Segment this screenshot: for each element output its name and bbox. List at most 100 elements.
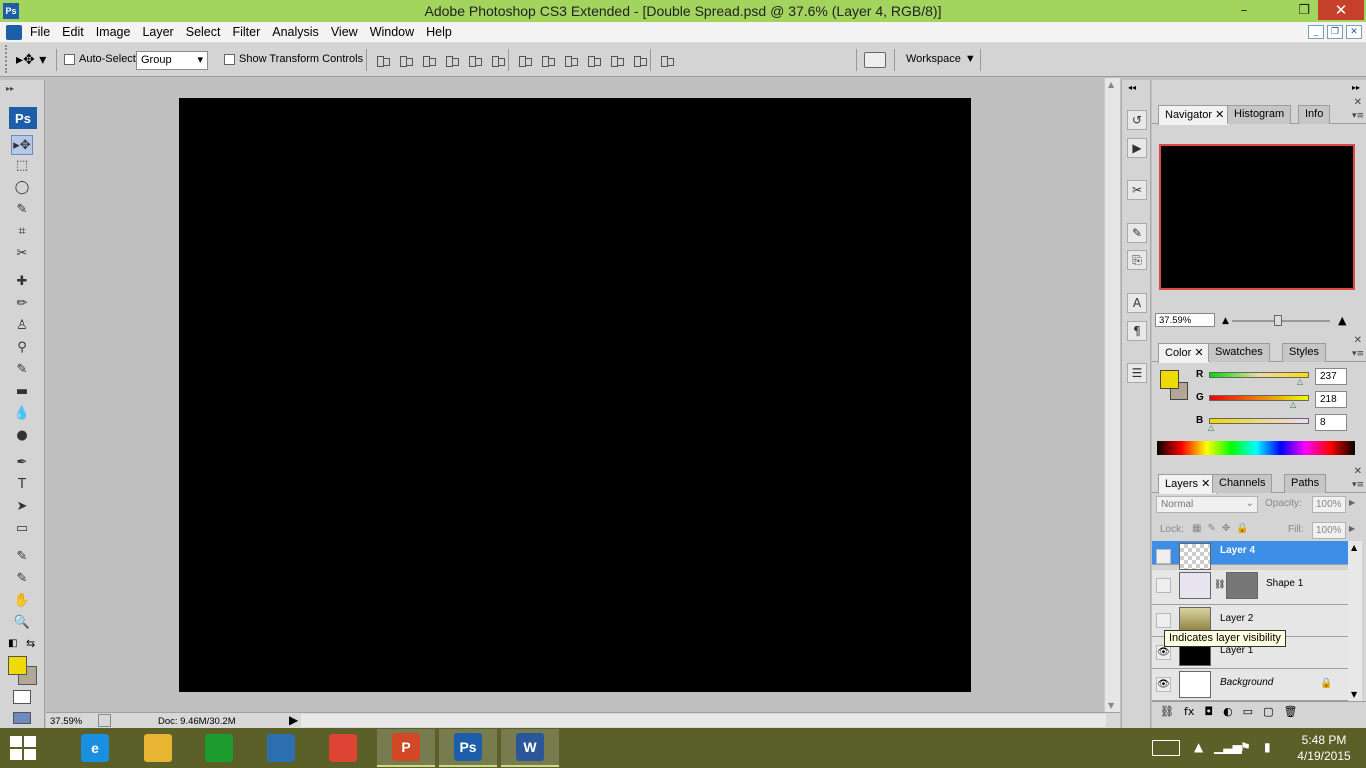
menu-view[interactable]: View	[325, 25, 364, 39]
brush-tool-icon[interactable]: ✏	[11, 293, 33, 313]
doc-minimize-icon[interactable]: _	[1308, 25, 1324, 39]
tab-paths[interactable]: Paths	[1284, 474, 1327, 493]
show-transform-option[interactable]: Show Transform Controls	[224, 53, 363, 65]
panel-menu-icon[interactable]: ▾≡	[1352, 111, 1364, 121]
actions-panel-icon[interactable]: ▶	[1127, 138, 1147, 158]
layer-visibility-eye-icon[interactable]	[1156, 549, 1171, 564]
system-clock[interactable]: 5:48 PM 4/19/2015	[1290, 732, 1358, 764]
panel-menu-icon[interactable]: ▾≡	[1352, 480, 1364, 490]
screen-mode-icon[interactable]	[13, 712, 31, 724]
distribute-left-icon[interactable]	[587, 54, 602, 67]
link-layers-icon[interactable]: ⛓	[1160, 705, 1174, 720]
align-top-icon[interactable]	[376, 54, 391, 67]
menu-window[interactable]: Window	[364, 25, 420, 39]
tab-styles[interactable]: Styles	[1282, 343, 1326, 362]
menu-select[interactable]: Select	[180, 25, 227, 39]
eyedropper-tool-icon[interactable]: ✎	[11, 568, 33, 588]
marquee-tool-icon[interactable]: ⬚	[11, 155, 33, 175]
align-vcenter-icon[interactable]	[399, 54, 414, 67]
blend-mode-dropdown[interactable]: Normal ⌄	[1156, 496, 1258, 513]
toolbox-grip-icon[interactable]: ▸▸	[6, 84, 14, 93]
vector-mask-thumbnail[interactable]	[1226, 572, 1258, 599]
taskbar-app[interactable]	[314, 729, 372, 767]
layer-mask-icon[interactable]: ◘	[1204, 705, 1213, 720]
clone-stamp-icon[interactable]: ♙	[11, 315, 33, 335]
move-tool-icon[interactable]: ▸✥	[11, 135, 33, 155]
navigator-preview[interactable]	[1159, 144, 1355, 290]
menu-analysis[interactable]: Analysis	[266, 25, 325, 39]
align-left-icon[interactable]	[445, 54, 460, 67]
tab-channels[interactable]: Channels	[1212, 474, 1273, 493]
scroll-up-icon[interactable]: ▲	[1351, 543, 1357, 552]
layer-row[interactable]: Layer 4	[1152, 541, 1348, 570]
menu-filter[interactable]: Filter	[226, 25, 266, 39]
panel-close-icon[interactable]: ✕	[1354, 466, 1362, 477]
panel-close-icon[interactable]: ✕	[1354, 97, 1362, 108]
distribute-right-icon[interactable]	[633, 54, 648, 67]
status-options-icon[interactable]	[98, 714, 111, 727]
navigator-zoom-field[interactable]: 37.59%	[1155, 313, 1215, 327]
delete-layer-icon[interactable]: 🗑	[1283, 705, 1297, 720]
tab-histogram[interactable]: Histogram	[1227, 105, 1292, 124]
distribute-vcenter-icon[interactable]	[541, 54, 556, 67]
vertical-scrollbar[interactable]: ▲ ▼	[1104, 78, 1120, 712]
layer-visibility-eye-icon[interactable]	[1156, 613, 1171, 628]
layer-row[interactable]: ⛓ Shape 1	[1152, 570, 1348, 605]
menu-image[interactable]: Image	[90, 25, 137, 39]
move-tool-preset-icon[interactable]: ▸✥ ▾	[16, 52, 46, 68]
opacity-field[interactable]: 100%	[1312, 496, 1346, 513]
crop-tool-icon[interactable]: ⌗	[11, 221, 33, 241]
auto-select-option[interactable]: Auto-Select:	[64, 53, 139, 65]
blur-tool-icon[interactable]: 💧	[11, 403, 33, 423]
paragraph-panel-icon[interactable]: ¶	[1127, 321, 1147, 341]
document-canvas[interactable]	[179, 98, 971, 692]
slider-handle[interactable]	[1274, 315, 1282, 326]
foreground-color-swatch[interactable]	[8, 656, 27, 675]
panels-expand-icon[interactable]: ▸▸	[1352, 83, 1360, 92]
zoom-readout[interactable]: 37.59%	[50, 716, 82, 727]
b-slider[interactable]	[1209, 418, 1309, 424]
tab-color[interactable]: Color ✕	[1158, 343, 1211, 363]
action-center-icon[interactable]: ⚑	[1240, 740, 1251, 754]
new-layer-icon[interactable]: ▢	[1263, 705, 1273, 720]
start-button[interactable]	[10, 736, 38, 762]
layers-scrollbar[interactable]: ▲ ▼	[1348, 541, 1362, 701]
magic-wand-icon[interactable]: ✎	[11, 199, 33, 219]
notes-tool-icon[interactable]: ✎	[11, 546, 33, 566]
type-tool-icon[interactable]: T	[11, 474, 33, 494]
dodge-tool-icon[interactable]: ●	[11, 425, 33, 445]
keyboard-icon[interactable]	[1152, 740, 1180, 756]
zoom-out-icon[interactable]: ▲	[1222, 316, 1229, 326]
auto-align-layers-icon[interactable]	[660, 54, 675, 67]
document-icon[interactable]	[6, 25, 22, 40]
distribute-hcenter-icon[interactable]	[610, 54, 625, 67]
history-panel-icon[interactable]: ↺	[1127, 110, 1147, 130]
distribute-top-icon[interactable]	[518, 54, 533, 67]
color-foreground-swatch[interactable]	[1160, 370, 1179, 389]
dock-collapse-icon[interactable]: ◂◂	[1128, 83, 1136, 92]
gradient-tool-icon[interactable]: ▬	[11, 381, 33, 401]
power-icon[interactable]: ▮	[1264, 740, 1271, 754]
taskbar-app[interactable]	[129, 729, 187, 767]
distribute-bottom-icon[interactable]	[564, 54, 579, 67]
auto-select-checkbox[interactable]	[64, 53, 75, 65]
scroll-down-icon[interactable]: ▼	[1108, 701, 1114, 710]
scroll-up-icon[interactable]: ▲	[1108, 80, 1114, 89]
pen-tool-icon[interactable]: ✒	[11, 452, 33, 472]
close-button[interactable]: ✕	[1318, 0, 1364, 20]
fill-arrow-icon[interactable]: ▶	[1349, 524, 1355, 533]
swap-colors-icon[interactable]: ⇆	[26, 637, 35, 650]
panel-close-icon[interactable]: ✕	[1354, 335, 1362, 346]
shape-tool-icon[interactable]: ▭	[11, 518, 33, 538]
taskbar-app[interactable]: P	[377, 729, 435, 767]
align-right-icon[interactable]	[491, 54, 506, 67]
layer-row[interactable]: 👁 Background 🔒	[1152, 669, 1348, 701]
menu-file[interactable]: File	[24, 25, 56, 39]
r-slider[interactable]	[1209, 372, 1309, 378]
g-slider-handle[interactable]: △	[1290, 400, 1296, 409]
layer-visibility-eye-icon[interactable]: 👁	[1156, 677, 1171, 692]
tab-swatches[interactable]: Swatches	[1208, 343, 1270, 362]
minimize-button[interactable]: –	[1230, 0, 1258, 20]
mask-link-icon[interactable]: ⛓	[1214, 580, 1225, 590]
layer-visibility-eye-icon[interactable]	[1156, 578, 1171, 593]
